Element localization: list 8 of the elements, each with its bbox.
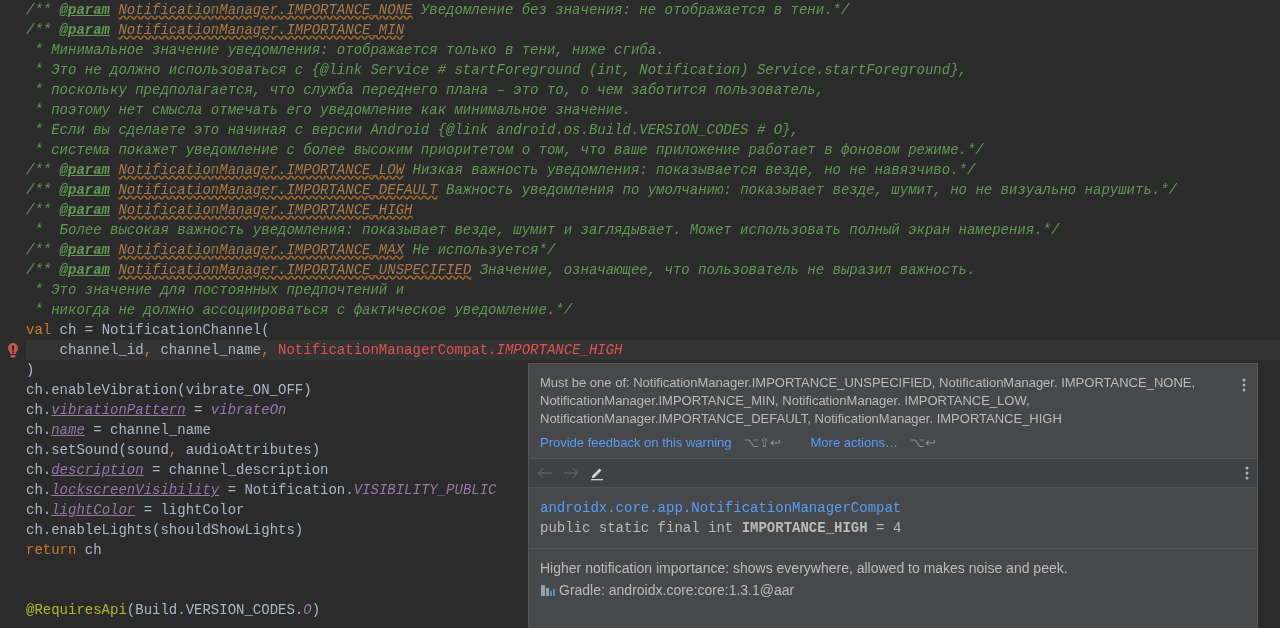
error-icon[interactable] xyxy=(6,342,20,358)
library-icon xyxy=(540,583,556,597)
library-source: Gradle: androidx.core:core:1.3.1@aar xyxy=(559,581,795,599)
more-options-icon[interactable] xyxy=(1245,466,1249,480)
class-link[interactable]: androidx.core.app.NotificationManagerCompat xyxy=(540,498,1246,518)
more-options-icon[interactable] xyxy=(1242,378,1246,392)
field-signature: public static final int IMPORTANCE_HIGH = 4 xyxy=(540,519,903,538)
doc-description: Higher notification importance: shows everywhere, allowed to makes noise and peek. xyxy=(540,559,1069,577)
